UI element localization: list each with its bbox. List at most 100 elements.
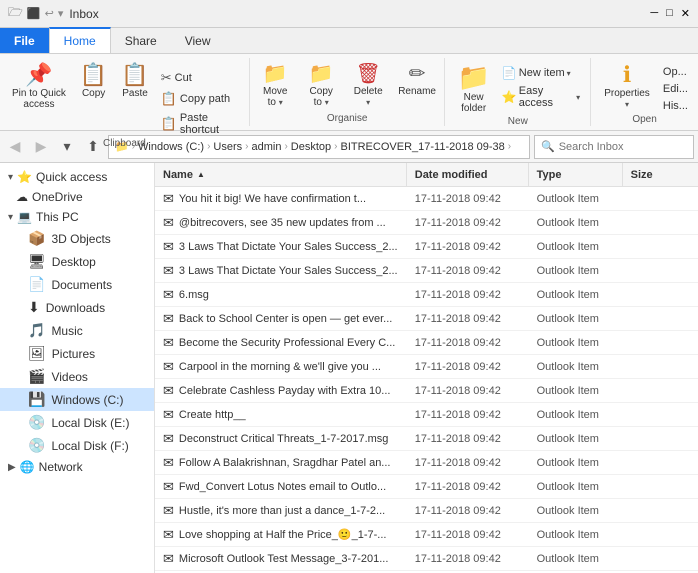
organise-label: Organise xyxy=(327,113,368,126)
sidebar-item-onedrive[interactable]: ☁ OneDrive xyxy=(0,187,154,207)
sidebar-item-pictures[interactable]: 🖼 Pictures xyxy=(0,342,154,365)
organise-buttons: 📁 Moveto ▾ 📁 Copyto ▾ 🗑 Delete ▾ ✏ Renam… xyxy=(253,58,441,113)
minimize-button[interactable]: ─ xyxy=(650,7,658,20)
music-icon: 🎵 xyxy=(28,322,45,339)
sidebar-item-network[interactable]: ▶ 🌐 Network xyxy=(0,457,154,477)
column-header-date[interactable]: Date modified xyxy=(407,163,529,186)
file-type-cell: Outlook Item xyxy=(529,409,623,421)
pin-to-quick-access-button[interactable]: 📌 Pin to Quickaccess xyxy=(6,62,72,112)
table-row[interactable]: ✉Love shopping at Half the Price_🙂_1-7-.… xyxy=(155,523,698,547)
paste-button[interactable]: 📋 Paste xyxy=(115,62,154,101)
table-row[interactable]: ✉Deconstruct Critical Threats_1-7-2017.m… xyxy=(155,427,698,451)
file-type-cell: Outlook Item xyxy=(529,193,623,205)
table-row[interactable]: ✉Carpool in the morning & we'll give you… xyxy=(155,355,698,379)
sidebar-item-desktop[interactable]: 🖥 Desktop xyxy=(0,250,154,273)
file-name-text: Microsoft Outlook Test Message_3-7-201..… xyxy=(179,553,389,565)
file-type-cell: Outlook Item xyxy=(529,505,623,517)
clipboard-small-buttons: ✂ Cut 📋 Copy path 📋 Paste shortcut xyxy=(157,62,243,138)
sidebar-label-downloads: Downloads xyxy=(46,301,105,315)
sidebar-item-this-pc[interactable]: ▾ 💻 This PC xyxy=(0,207,154,227)
table-row[interactable]: ✉Create http__17-11-2018 09:42Outlook It… xyxy=(155,403,698,427)
recent-locations-button[interactable]: ▾ xyxy=(56,136,78,158)
sidebar-item-documents[interactable]: 📄 Documents xyxy=(0,273,154,296)
copy-button[interactable]: 📋 Copy xyxy=(74,62,113,101)
file-type-cell: Outlook Item xyxy=(529,481,623,493)
sidebar-label-pictures: Pictures xyxy=(52,347,95,361)
breadcrumb-desktop[interactable]: Desktop xyxy=(291,141,331,153)
sidebar-item-music[interactable]: 🎵 Music xyxy=(0,319,154,342)
easy-access-arrow: ▾ xyxy=(576,93,580,102)
table-row[interactable]: ✉Celebrate Cashless Payday with Extra 10… xyxy=(155,379,698,403)
new-folder-button[interactable]: 📁 Newfolder xyxy=(451,62,495,116)
file-name-cell: ✉Love shopping at Half the Price_🙂_1-7-.… xyxy=(155,527,407,543)
tab-view[interactable]: View xyxy=(171,28,225,53)
history-button[interactable]: His... xyxy=(659,98,692,114)
forward-button[interactable]: ▶ xyxy=(30,136,52,158)
sidebar-item-downloads[interactable]: ⬇ Downloads xyxy=(0,296,154,319)
sidebar-item-quick-access[interactable]: ▾ ⭐ Quick access xyxy=(0,167,154,187)
copy-path-button[interactable]: 📋 Copy path xyxy=(157,89,243,109)
move-to-button[interactable]: 📁 Moveto ▾ xyxy=(253,62,297,110)
table-row[interactable]: ✉Fwd_Convert Lotus Notes email to Outlo.… xyxy=(155,475,698,499)
network-expand-icon: ▶ xyxy=(8,462,16,473)
table-row[interactable]: ✉@bitrecovers, see 35 new updates from .… xyxy=(155,211,698,235)
sidebar-item-local-disk-e[interactable]: 💿 Local Disk (E:) xyxy=(0,411,154,434)
search-box[interactable]: 🔍 xyxy=(534,135,694,159)
organise-group: 📁 Moveto ▾ 📁 Copyto ▾ 🗑 Delete ▾ ✏ Renam… xyxy=(250,58,446,126)
paste-shortcut-button[interactable]: 📋 Paste shortcut xyxy=(157,110,243,138)
sidebar-item-windows-c[interactable]: 💾 Windows (C:) xyxy=(0,388,154,411)
tab-home[interactable]: Home xyxy=(49,27,111,53)
table-row[interactable]: ✉Hustle, it's more than just a dance_1-7… xyxy=(155,499,698,523)
breadcrumb-users[interactable]: Users xyxy=(213,141,242,153)
quick-access-expand-icon: ▾ xyxy=(8,172,13,183)
copy-path-icon: 📋 xyxy=(161,91,177,107)
close-button[interactable]: ✕ xyxy=(681,7,690,20)
table-row[interactable]: ✉Back to School Center is open — get eve… xyxy=(155,307,698,331)
search-input[interactable] xyxy=(559,141,687,153)
file-name-text: 3 Laws That Dictate Your Sales Success_2… xyxy=(179,241,398,253)
table-row[interactable]: ✉Microsoft Outlook Test Message_3-7-201.… xyxy=(155,547,698,571)
tab-share[interactable]: Share xyxy=(111,28,171,53)
up-button[interactable]: ⬆ xyxy=(82,136,104,158)
properties-button[interactable]: ℹ Properties ▾ xyxy=(597,62,657,112)
column-header-name[interactable]: Name ▲ xyxy=(155,163,407,186)
search-icon: 🔍 xyxy=(541,140,555,153)
sidebar-item-3d-objects[interactable]: 📦 3D Objects xyxy=(0,227,154,250)
column-header-size[interactable]: Size xyxy=(623,163,698,186)
window-buttons[interactable]: ─ □ ✕ xyxy=(650,7,690,20)
clipboard-label: Clipboard xyxy=(103,138,146,151)
paste-icon: 📋 xyxy=(121,64,148,86)
sidebar-label-onedrive: OneDrive xyxy=(32,190,83,204)
file-type-cell: Outlook Item xyxy=(529,289,623,301)
cut-button[interactable]: ✂ Cut xyxy=(157,68,243,88)
sidebar-item-local-disk-f[interactable]: 💿 Local Disk (F:) xyxy=(0,434,154,457)
ribbon-content: 📌 Pin to Quickaccess 📋 Copy 📋 Paste xyxy=(0,54,698,130)
table-row[interactable]: ✉Become the Security Professional Every … xyxy=(155,331,698,355)
back-button[interactable]: ◀ xyxy=(4,136,26,158)
table-row[interactable]: ✉3 Laws That Dictate Your Sales Success_… xyxy=(155,259,698,283)
table-row[interactable]: ✉You hit it big! We have confirmation t.… xyxy=(155,187,698,211)
tab-file[interactable]: File xyxy=(0,28,49,53)
table-row[interactable]: ✉3 Laws That Dictate Your Sales Success_… xyxy=(155,235,698,259)
sidebar: ▾ ⭐ Quick access ☁ OneDrive ▾ 💻 This PC … xyxy=(0,163,155,573)
copy-to-button[interactable]: 📁 Copyto ▾ xyxy=(299,62,343,110)
sidebar-label-local-disk-f: Local Disk (F:) xyxy=(51,439,128,453)
breadcrumb-admin[interactable]: admin xyxy=(251,141,281,153)
breadcrumb-windows[interactable]: Windows (C:) xyxy=(138,141,204,153)
delete-button[interactable]: 🗑 Delete ▾ xyxy=(345,62,391,110)
easy-access-button[interactable]: ⭐ Easy access ▾ xyxy=(498,83,584,111)
edit-button[interactable]: Edi... xyxy=(659,81,692,97)
column-header-type[interactable]: Type xyxy=(529,163,623,186)
rename-button[interactable]: ✏ Rename xyxy=(393,62,441,99)
table-row[interactable]: ✉Follow A Balakrishnan, Sragdhar Patel a… xyxy=(155,451,698,475)
file-date-cell: 17-11-2018 09:42 xyxy=(407,385,529,397)
sidebar-item-videos[interactable]: 🎬 Videos xyxy=(0,365,154,388)
maximize-button[interactable]: □ xyxy=(666,7,673,20)
breadcrumb-folder[interactable]: BITRECOVER_17-11-2018 09-38 xyxy=(341,141,505,153)
open-button[interactable]: Op... xyxy=(659,64,692,80)
table-row[interactable]: ✉6.msg17-11-2018 09:42Outlook Item xyxy=(155,283,698,307)
new-item-button[interactable]: 📄 New item ▾ xyxy=(498,64,584,82)
file-name-cell: ✉Deconstruct Critical Threats_1-7-2017.m… xyxy=(155,431,407,447)
pin-icon: 📌 xyxy=(25,64,52,86)
address-bar[interactable]: 📁 › Windows (C:) › Users › admin › Deskt… xyxy=(108,135,530,159)
